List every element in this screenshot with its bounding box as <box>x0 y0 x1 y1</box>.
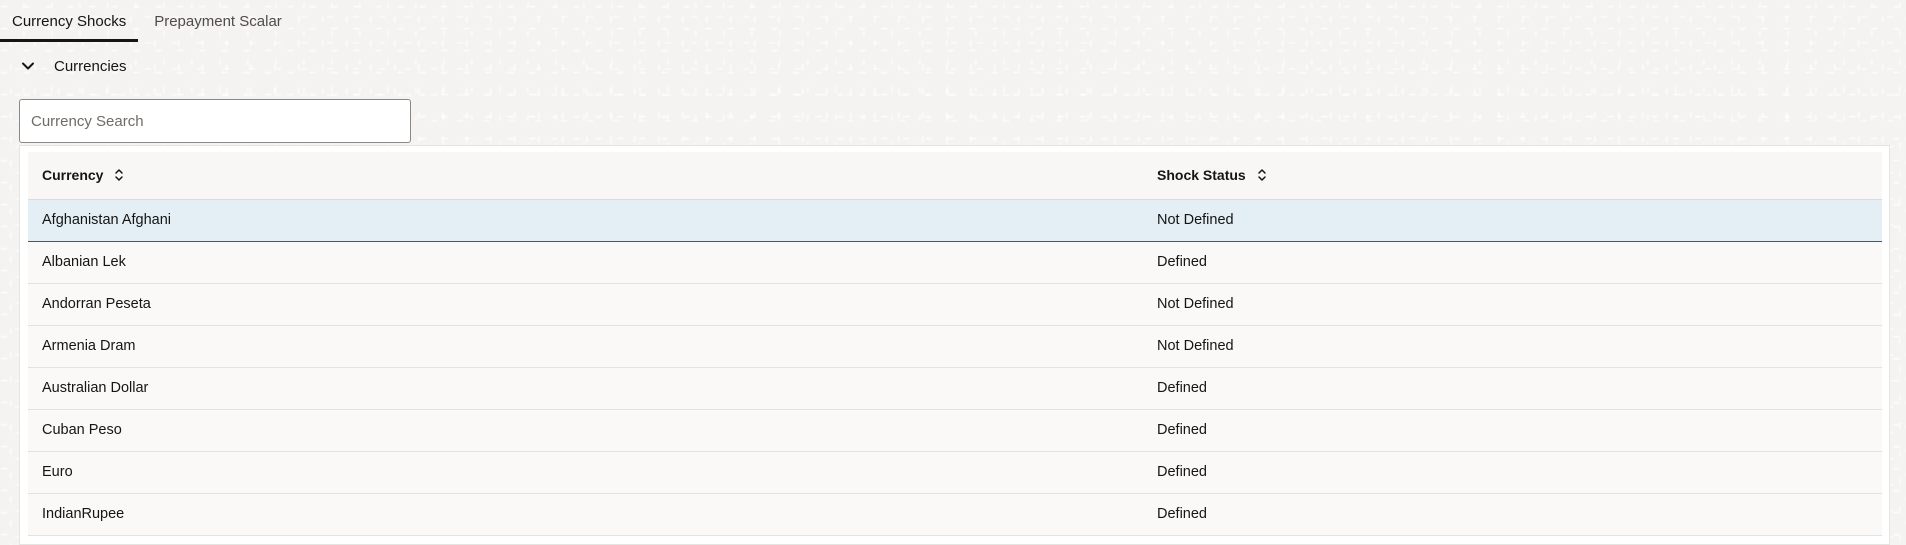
table-row[interactable]: Australian Dollar Defined <box>28 367 1882 410</box>
shock-status-cell: Defined <box>1143 493 1882 536</box>
shock-status-cell: Defined <box>1143 241 1882 284</box>
table-row[interactable]: Cuban Peso Defined <box>28 409 1882 452</box>
section-title: Currencies <box>54 57 127 75</box>
tab-prepayment-scalar[interactable]: Prepayment Scalar <box>142 0 294 42</box>
currency-cell: Armenia Dram <box>28 325 1143 368</box>
table-row[interactable]: IndianRupee Defined <box>28 493 1882 536</box>
shock-status-cell: Defined <box>1143 367 1882 410</box>
currency-cell: Andorran Peseta <box>28 283 1143 326</box>
currencies-section-toggle[interactable]: Currencies <box>20 52 127 80</box>
column-header-currency[interactable]: Currency <box>28 152 1143 200</box>
table-row[interactable]: Euro Defined <box>28 451 1882 494</box>
table-row[interactable]: Albanian Lek Defined <box>28 241 1882 284</box>
table-row[interactable]: Andorran Peseta Not Defined <box>28 283 1882 326</box>
tab-bar: Currency Shocks Prepayment Scalar <box>0 0 294 42</box>
shock-status-cell: Not Defined <box>1143 283 1882 326</box>
column-header-label: Shock Status <box>1157 167 1246 184</box>
shock-status-cell: Defined <box>1143 409 1882 452</box>
currency-cell: Cuban Peso <box>28 409 1143 452</box>
column-header-label: Currency <box>42 167 104 184</box>
table-header-row: Currency Shock Status <box>28 152 1882 200</box>
currency-table: Currency Shock Status Afghanistan Afghan… <box>19 145 1890 545</box>
currency-cell: Euro <box>28 451 1143 494</box>
currency-cell: Australian Dollar <box>28 367 1143 410</box>
table-row[interactable]: Afghanistan Afghani Not Defined <box>28 199 1882 242</box>
column-header-shock-status[interactable]: Shock Status <box>1143 152 1882 200</box>
shock-status-cell: Not Defined <box>1143 199 1882 242</box>
currency-cell: Afghanistan Afghani <box>28 199 1143 242</box>
sort-icon[interactable] <box>113 168 125 182</box>
currency-cell: Albanian Lek <box>28 241 1143 284</box>
sort-icon[interactable] <box>1256 168 1268 182</box>
currency-search-input[interactable] <box>19 99 411 143</box>
tab-currency-shocks[interactable]: Currency Shocks <box>0 0 139 42</box>
shock-status-cell: Defined <box>1143 451 1882 494</box>
table-row[interactable]: Armenia Dram Not Defined <box>28 325 1882 368</box>
shock-status-cell: Not Defined <box>1143 325 1882 368</box>
chevron-down-icon <box>22 62 34 70</box>
currency-cell: IndianRupee <box>28 493 1143 536</box>
